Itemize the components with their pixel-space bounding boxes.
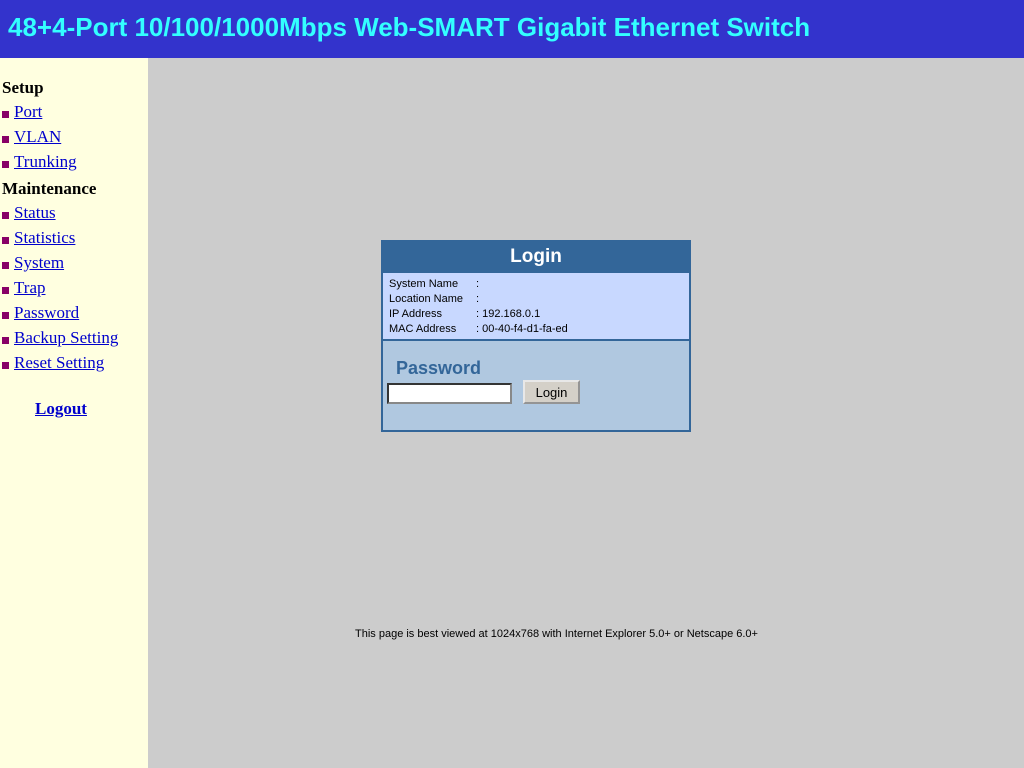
password-input[interactable] [387, 383, 512, 404]
system-name-row: System Name: [389, 278, 479, 290]
info-value: : 192.168.0.1 [476, 308, 541, 320]
trunking-link[interactable]: Trunking [14, 152, 77, 171]
ip-address-row: IP Address : 192.168.0.1 [389, 308, 540, 320]
location-name-row: Location Name: [389, 293, 479, 305]
bullet-icon [2, 236, 9, 244]
password-link[interactable]: Password [14, 303, 79, 322]
sidebar-item-trap[interactable]: Trap [2, 278, 46, 300]
sidebar-item-reset-setting[interactable]: Reset Setting [2, 353, 104, 375]
sidebar-item-statistics[interactable]: Statistics [2, 228, 75, 250]
sidebar-item-system[interactable]: System [2, 253, 64, 275]
info-label: IP Address [389, 308, 442, 320]
page-title: 48+4-Port 10/100/1000Mbps Web-SMART Giga… [8, 12, 811, 42]
port-link[interactable]: Port [14, 102, 42, 121]
sidebar-item-vlan[interactable]: VLAN [2, 127, 61, 149]
info-label: System Name [389, 278, 459, 290]
info-label: MAC Address [389, 323, 457, 335]
bullet-icon [2, 160, 9, 168]
statistics-link[interactable]: Statistics [14, 228, 75, 247]
bullet-icon [2, 211, 9, 219]
sidebar-item-status[interactable]: Status [2, 203, 56, 225]
mac-address-row: MAC Address : 00-40-f4-d1-fa-ed [389, 323, 568, 335]
bullet-icon [2, 110, 9, 118]
login-panel: Login System Name: Location Name: IP Add… [381, 240, 691, 432]
bullet-icon [2, 336, 9, 344]
setup-heading: Setup [2, 78, 44, 97]
sidebar-item-trunking[interactable]: Trunking [2, 152, 77, 174]
bullet-icon [2, 261, 9, 269]
info-label: Location Name [389, 293, 463, 305]
vlan-link[interactable]: VLAN [14, 127, 61, 146]
system-link[interactable]: System [14, 253, 64, 272]
maintenance-heading: Maintenance [2, 179, 97, 198]
sidebar-item-port[interactable]: Port [2, 102, 42, 124]
logout-link[interactable]: Logout [35, 399, 87, 419]
info-value: : [476, 293, 480, 305]
trap-link[interactable]: Trap [14, 278, 46, 297]
password-label: Password [396, 358, 482, 378]
bullet-icon [2, 135, 9, 143]
sidebar-item-password[interactable]: Password [2, 303, 79, 325]
status-link[interactable]: Status [14, 203, 56, 222]
login-button[interactable]: Login [523, 380, 580, 404]
sidebar: Setup Port VLAN Trunking Maintenance Sta… [0, 58, 148, 768]
bullet-icon [2, 286, 9, 294]
header-bar: 48+4-Port 10/100/1000Mbps Web-SMART Giga… [0, 0, 1024, 58]
browser-note: This page is best viewed at 1024x768 wit… [355, 628, 758, 640]
system-info-panel: System Name: Location Name: IP Address : … [383, 272, 689, 341]
sidebar-item-backup-setting[interactable]: Backup Setting [2, 328, 118, 350]
reset-setting-link[interactable]: Reset Setting [14, 353, 104, 372]
info-value: : [476, 278, 480, 290]
backup-setting-link[interactable]: Backup Setting [14, 328, 118, 347]
login-title: Login [383, 242, 689, 272]
info-value: : 00-40-f4-d1-fa-ed [476, 323, 568, 335]
bullet-icon [2, 361, 9, 369]
bullet-icon [2, 311, 9, 319]
